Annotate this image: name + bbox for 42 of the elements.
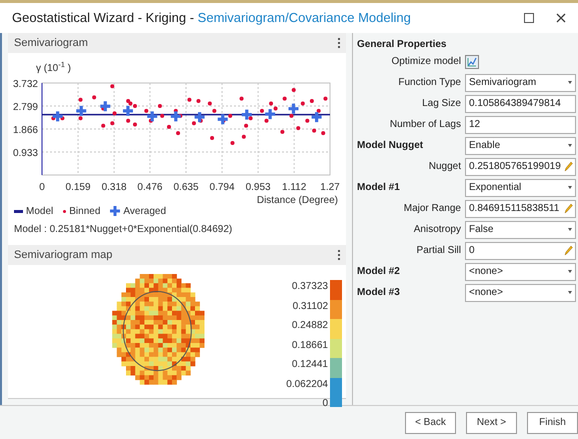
tick-label: 0.635 <box>173 182 199 193</box>
tick-label: 0.953 <box>246 182 271 193</box>
scale-label: 0.18661 <box>292 338 328 352</box>
field-label: Model Nugget <box>356 139 424 153</box>
tick-label: 0 <box>39 182 45 193</box>
field-label: Partial Sill <box>416 244 462 258</box>
axis-unit: γ (10$^{-1}$ ) <box>36 61 72 76</box>
tick-label: 0.159 <box>66 182 91 193</box>
field-label: Major Range <box>402 202 462 216</box>
field-label: Anisotropy <box>412 223 462 237</box>
field-label: Number of Lags <box>388 118 462 132</box>
tick-label: 0.318 <box>102 182 127 193</box>
tick-label: 1.27 <box>320 182 340 193</box>
field-label: Model #2 <box>356 265 401 279</box>
field-label: Model #3 <box>356 286 401 300</box>
scale-label: 0.062204 <box>286 378 328 392</box>
field-label: Optimize model <box>390 55 462 69</box>
scale-label: 0.37323 <box>292 280 328 294</box>
panel-title: Semivariogram <box>14 36 88 51</box>
tick-label: 0.794 <box>210 182 235 193</box>
legend-label: Binned <box>69 204 100 218</box>
tick-label: 3.732 <box>12 79 38 90</box>
window-title: Geostatistical Wizard - Kriging - Semivariogram/Covariance Modeling <box>12 9 411 28</box>
tick-label: 1.866 <box>12 125 38 136</box>
scale-label: 0.31102 <box>292 300 328 314</box>
field-label: Nugget <box>428 160 462 174</box>
tick-label: 0.476 <box>137 182 162 193</box>
legend-label: Model <box>26 204 54 218</box>
model-formula: Model : 0.25181*Nugget+0*Exponential(0.84692) <box>13 223 234 237</box>
field-label: Lag Size <box>421 97 462 111</box>
legend-label: Averaged <box>123 204 166 218</box>
tick-label: 2.799 <box>12 102 38 113</box>
scale-label: 0.24882 <box>292 319 328 333</box>
scale-label: 0.12441 <box>292 358 328 372</box>
panel-title: Semivariogram map <box>14 248 112 263</box>
field-label: Model #1 <box>356 181 401 195</box>
axis-title: Distance (Degree) <box>256 195 338 206</box>
field-label: Function Type <box>397 76 462 90</box>
tick-label: 0.933 <box>12 148 38 159</box>
tick-label: 1.112 <box>282 182 306 193</box>
section-title: General Properties <box>356 38 448 51</box>
scale-label: 0 <box>322 397 328 411</box>
